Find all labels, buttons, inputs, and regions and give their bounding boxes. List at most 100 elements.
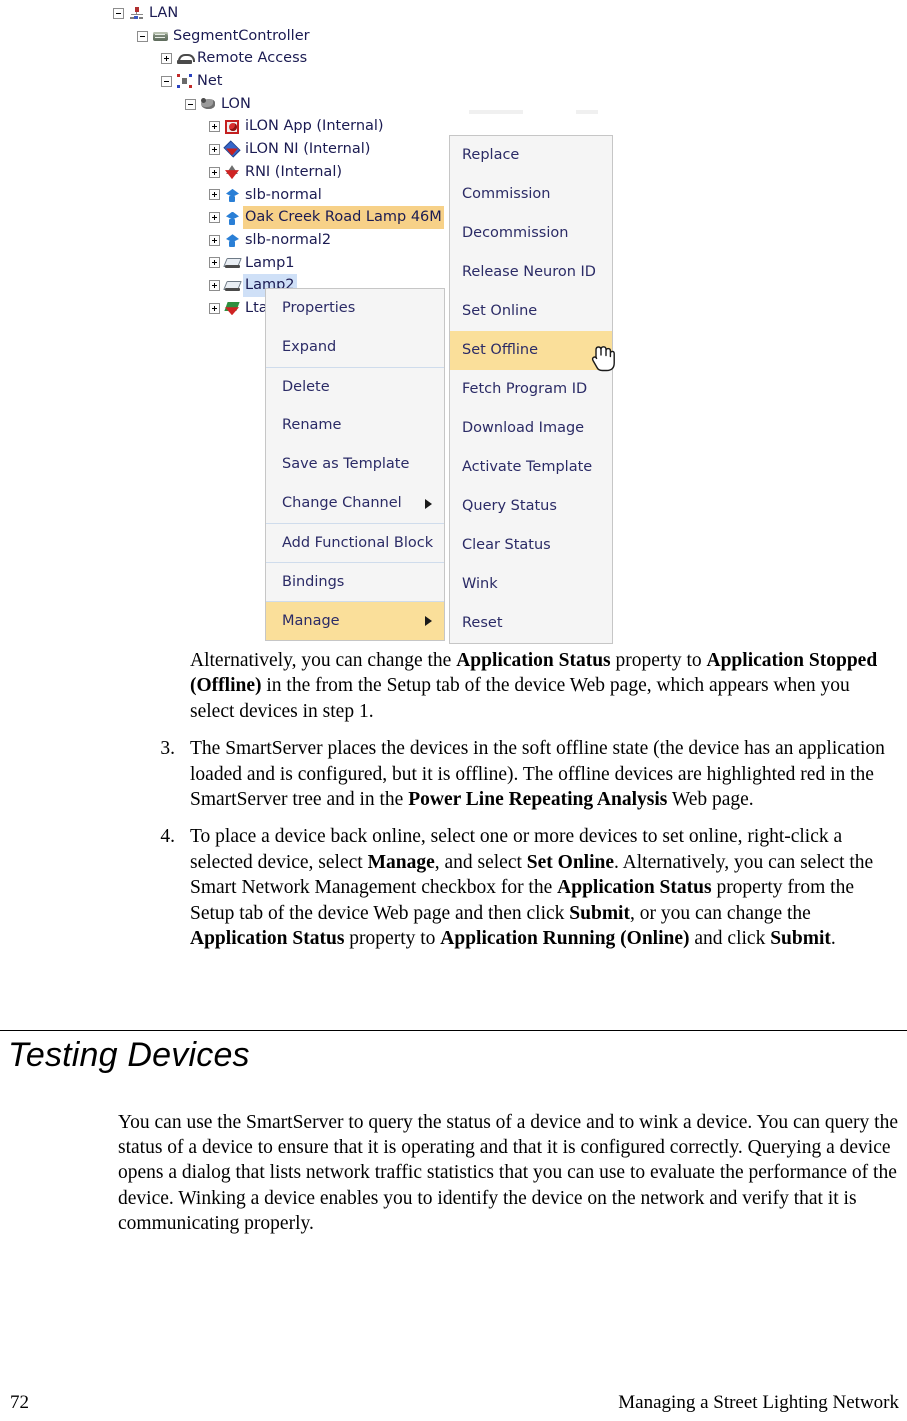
expand-toggle-icon[interactable] [209, 302, 220, 314]
submenu-item-clear-status[interactable]: Clear Status [450, 526, 612, 565]
expand-toggle-icon[interactable] [209, 143, 220, 155]
submenu-item-set-online[interactable]: Set Online [450, 292, 612, 331]
tree-item-slb-normal2[interactable]: slb-normal2 [113, 229, 453, 252]
text-run: , and select [434, 851, 527, 873]
tree-item-segmentcontroller[interactable]: SegmentController [113, 25, 453, 48]
expand-toggle-icon[interactable] [209, 121, 220, 133]
menu-item-label: Fetch Program ID [462, 381, 588, 397]
list-item-step-4: 4. To place a device back online, select … [160, 824, 895, 951]
tree-item-remote-access[interactable]: Remote Access [113, 47, 453, 70]
ilon-app-icon [224, 119, 241, 135]
window-remnant-left [469, 110, 523, 114]
segment-controller-icon [152, 28, 169, 44]
collapse-toggle-icon[interactable] [137, 30, 148, 42]
bold-manage: Manage [367, 851, 435, 873]
menu-item-label: Query Status [462, 498, 557, 514]
menu-item-bindings[interactable]: Bindings [266, 562, 444, 601]
menu-item-label: Delete [282, 379, 330, 395]
menu-item-rename[interactable]: Rename [266, 406, 444, 445]
tree-item-label: LON [221, 95, 251, 112]
list-item-step-3: 3. The SmartServer places the devices in … [160, 736, 895, 812]
menu-item-label: Set Offline [462, 342, 538, 358]
document-body: Alternatively, you can change the Applic… [0, 648, 907, 963]
tree-item-net[interactable]: Net [113, 70, 453, 93]
page-title: Testing Devices [8, 1036, 250, 1074]
tree-item-label: slb-normal [245, 186, 322, 203]
submenu-item-fetch-program-id[interactable]: Fetch Program ID [450, 370, 612, 409]
menu-item-properties[interactable]: Properties [266, 289, 444, 328]
tree-item-slb-normal[interactable]: slb-normal [113, 184, 453, 207]
lan-icon [128, 5, 145, 21]
menu-item-label: Add Functional Block [282, 535, 434, 551]
tree-item-label: Lamp1 [245, 254, 295, 271]
menu-item-label: Download Image [462, 420, 585, 436]
window-remnant-right [576, 110, 598, 114]
menu-item-change-channel[interactable]: Change Channel [266, 484, 444, 523]
expand-toggle-icon[interactable] [209, 257, 220, 269]
menu-item-expand[interactable]: Expand [266, 328, 444, 367]
text-run: property to [344, 928, 441, 950]
text-run: , or you can change the [629, 902, 811, 924]
menu-item-label: Change Channel [282, 495, 402, 511]
menu-item-label: Properties [282, 300, 356, 316]
expand-toggle-icon[interactable] [209, 166, 220, 178]
submenu-item-activate-template[interactable]: Activate Template [450, 448, 612, 487]
tree-item-label: iLON NI (Internal) [245, 141, 371, 158]
text-run: Web page. [667, 789, 754, 811]
tree-item-label: Remote Access [197, 50, 308, 67]
submenu-item-wink[interactable]: Wink [450, 565, 612, 604]
menu-item-label: Commission [462, 186, 551, 202]
menu-item-label: Set Online [462, 303, 538, 319]
smartserver-tree[interactable]: LAN SegmentController Remote Access Net [113, 2, 453, 320]
section-paragraph: You can use the SmartServer to query the… [118, 1111, 898, 1235]
manage-submenu[interactable]: Replace Commission Decommission Release … [449, 135, 613, 644]
device-icon [224, 232, 241, 248]
expand-toggle-icon[interactable] [209, 189, 220, 201]
collapse-toggle-icon[interactable] [161, 75, 172, 87]
submenu-item-set-offline[interactable]: Set Offline [450, 331, 612, 370]
menu-item-label: Replace [462, 147, 520, 163]
bold-application-status: Application Status [557, 877, 712, 899]
submenu-item-download-image[interactable]: Download Image [450, 409, 612, 448]
submenu-item-query-status[interactable]: Query Status [450, 487, 612, 526]
text-run: and click [689, 928, 771, 950]
bold-application-running-online: Application Running (Online) [440, 928, 690, 950]
tree-item-lan[interactable]: LAN [113, 2, 453, 25]
chevron-right-icon [425, 498, 432, 509]
menu-item-label: Expand [282, 339, 337, 355]
expand-toggle-icon[interactable] [209, 212, 220, 224]
menu-item-manage[interactable]: Manage [266, 601, 444, 640]
bold-application-status-2: Application Status [190, 928, 345, 950]
submenu-item-release-neuron-id[interactable]: Release Neuron ID [450, 253, 612, 292]
tree-item-oak-creek-road-lamp[interactable]: Oak Creek Road Lamp 46M [113, 206, 453, 229]
menu-item-save-as-template[interactable]: Save as Template [266, 445, 444, 484]
submenu-item-reset[interactable]: Reset [450, 604, 612, 643]
collapse-toggle-icon[interactable] [113, 7, 124, 19]
mouse-cursor-hand-icon [590, 343, 616, 373]
submenu-item-replace[interactable]: Replace [450, 136, 612, 175]
section-divider [0, 1030, 907, 1031]
tree-item-lon[interactable]: LON [113, 93, 453, 116]
expand-toggle-icon[interactable] [209, 280, 220, 292]
tree-item-ilon-app[interactable]: iLON App (Internal) [113, 115, 453, 138]
chevron-right-icon [425, 616, 432, 626]
text-run: Alternatively, you can change the [190, 650, 457, 671]
device-context-menu[interactable]: Properties Expand Delete Rename Save as … [265, 288, 445, 641]
menu-item-label: Decommission [462, 225, 569, 241]
expand-toggle-icon[interactable] [161, 53, 172, 65]
submenu-item-commission[interactable]: Commission [450, 175, 612, 214]
menu-item-delete[interactable]: Delete [266, 367, 444, 406]
bold-power-line-repeating-analysis: Power Line Repeating Analysis [408, 789, 668, 811]
tree-item-lamp1[interactable]: Lamp1 [113, 252, 453, 275]
collapse-toggle-icon[interactable] [185, 98, 196, 110]
page-footer: 72 Managing a Street Lighting Network [0, 1392, 907, 1416]
tree-item-rni[interactable]: RNI (Internal) [113, 161, 453, 184]
menu-item-label: Manage [282, 613, 340, 629]
bold-submit: Submit [569, 902, 630, 924]
expand-toggle-icon[interactable] [209, 234, 220, 246]
submenu-item-decommission[interactable]: Decommission [450, 214, 612, 253]
phone-icon [176, 51, 195, 67]
menu-item-add-functional-block[interactable]: Add Functional Block [266, 523, 444, 562]
alternatively-paragraph: Alternatively, you can change the Applic… [190, 648, 895, 724]
tree-item-ilon-ni[interactable]: iLON NI (Internal) [113, 138, 453, 161]
